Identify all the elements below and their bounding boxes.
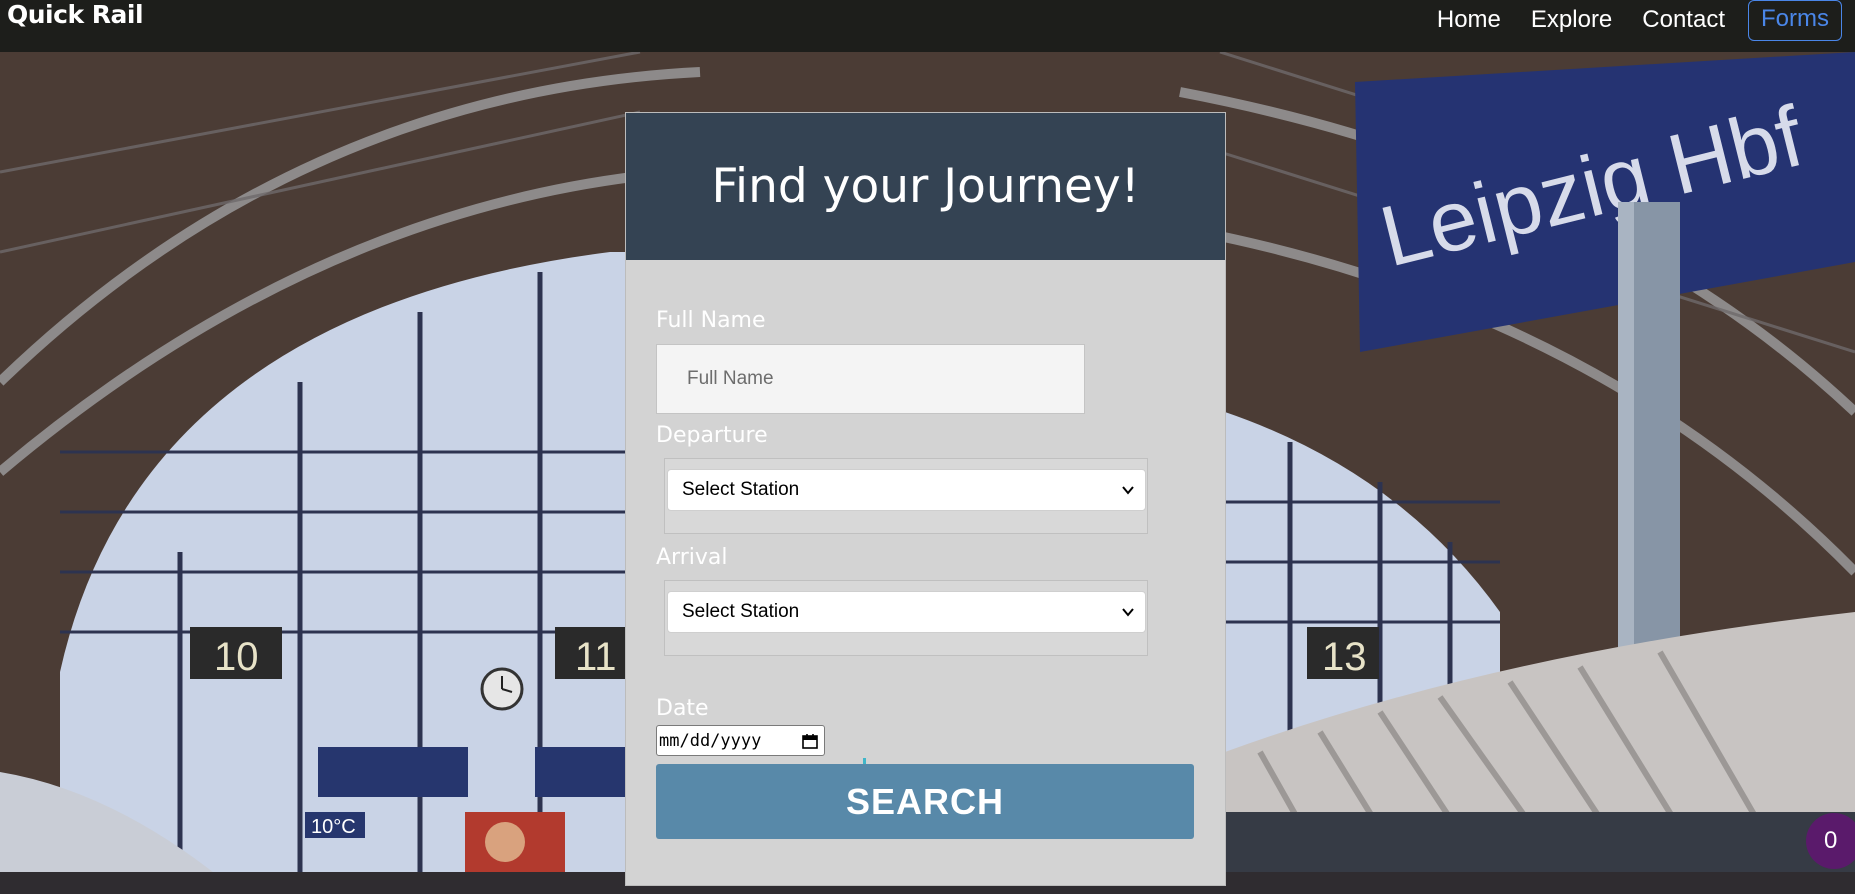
nav-link-forms[interactable]: Forms — [1748, 0, 1842, 41]
platform-number-13: 13 — [1322, 635, 1367, 679]
departure-select[interactable]: Select Station — [667, 469, 1146, 511]
nav-link-home[interactable]: Home — [1437, 5, 1501, 35]
arrival-select-wrapper: Select Station — [664, 580, 1148, 656]
arrival-select[interactable]: Select Station — [667, 591, 1146, 633]
chevron-down-icon — [1122, 486, 1134, 495]
card-header: Find your Journey! — [626, 113, 1225, 260]
nav-link-contact[interactable]: Contact — [1642, 5, 1725, 35]
platform-number-10: 10 — [214, 635, 259, 679]
date-placeholder: mm/dd/yyyy — [659, 730, 762, 751]
notification-badge[interactable]: 0 — [1806, 813, 1855, 869]
arrival-label: Arrival — [656, 545, 728, 570]
search-button[interactable]: SEARCH — [656, 764, 1194, 839]
chevron-down-icon — [1122, 608, 1134, 617]
departure-selected-value: Select Station — [682, 479, 800, 500]
nav-links: Home Explore Contact Forms — [1407, 0, 1842, 41]
full-name-label: Full Name — [656, 308, 766, 333]
departure-label: Departure — [656, 423, 768, 448]
navbar: Quick Rail Home Explore Contact Forms — [0, 0, 1855, 52]
calendar-icon[interactable] — [801, 732, 819, 750]
nav-link-explore[interactable]: Explore — [1531, 5, 1612, 35]
brand-logo[interactable]: Quick Rail — [7, 0, 144, 30]
arrival-selected-value: Select Station — [682, 601, 800, 622]
date-label: Date — [656, 696, 709, 721]
platform-number-11: 11 — [575, 635, 617, 679]
full-name-input[interactable] — [656, 344, 1085, 414]
form-title: Find your Journey! — [711, 159, 1140, 214]
temperature-display: 10°C — [311, 816, 356, 838]
journey-form-card: Find your Journey! Full Name Departure S… — [625, 112, 1226, 886]
departure-select-wrapper: Select Station — [664, 458, 1148, 534]
date-input[interactable]: mm/dd/yyyy — [656, 725, 825, 756]
